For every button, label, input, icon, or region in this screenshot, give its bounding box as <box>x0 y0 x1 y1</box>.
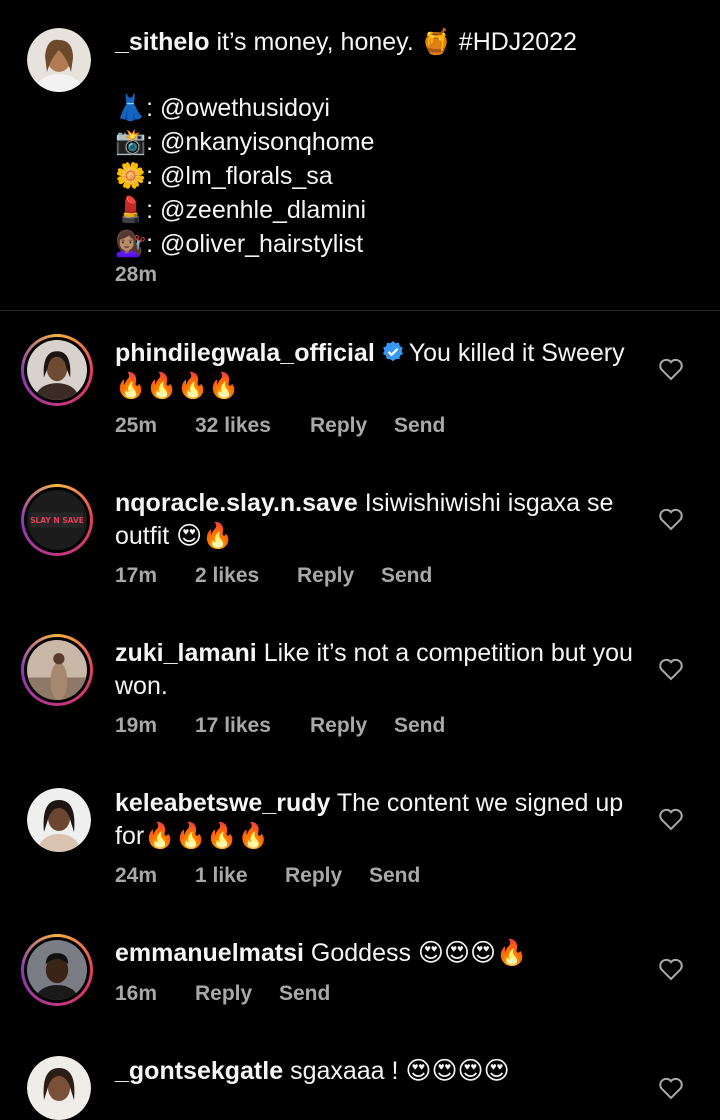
avatar[interactable]: SLAY N SAVE <box>21 484 93 556</box>
like-heart-icon[interactable] <box>658 507 684 531</box>
credit-line: 👗: @owethusidoyi <box>115 91 635 125</box>
timestamp: 17m <box>115 564 158 587</box>
avatar[interactable] <box>21 634 93 706</box>
likes-count[interactable]: 2 likes <box>195 564 297 588</box>
credit-handle[interactable]: : @oliver_hairstylist <box>146 230 363 258</box>
comment-text: keleabetswe_rudy The content we signed u… <box>115 787 635 853</box>
timestamp: 19m <box>115 714 158 737</box>
timestamp: 16m <box>115 982 158 1005</box>
likes-count[interactable]: 32 likes <box>195 414 310 438</box>
comment-username[interactable]: zuki_lamani <box>115 639 257 667</box>
divider <box>0 310 720 311</box>
likes-count[interactable]: 1 like <box>195 864 285 888</box>
comment-text: emmanuelmatsi Goddess 😍😍😍🔥 <box>115 937 635 970</box>
comment-text: _gontsekgatle sgaxaaa ! 😍😍😍😍 <box>115 1055 635 1088</box>
like-heart-icon[interactable] <box>658 1076 684 1100</box>
comment-meta: 19m 17 likes Reply Send <box>115 714 445 738</box>
avatar[interactable] <box>21 334 93 406</box>
comment-username[interactable]: _gontsekgatle <box>115 1057 283 1085</box>
comment-username[interactable]: phindilegwala_official <box>115 339 375 367</box>
comment-meta: 17m 2 likes Reply Send <box>115 564 432 588</box>
caption-body: it’s money, honey. 🍯 #HDJ2022 <box>216 28 577 56</box>
reply-button[interactable]: Reply <box>285 864 369 888</box>
reply-button[interactable]: Reply <box>310 714 394 738</box>
avatar[interactable] <box>27 788 91 852</box>
comment-text: nqoracle.slay.n.save Isiwishiwishi isgax… <box>115 487 635 553</box>
credit-line: 🌼: @lm_florals_sa <box>115 159 635 193</box>
credit-handle[interactable]: : @nkanyisonqhome <box>146 128 374 156</box>
like-heart-icon[interactable] <box>658 807 684 831</box>
comment-username[interactable]: nqoracle.slay.n.save <box>115 489 358 517</box>
reply-button[interactable]: Reply <box>310 414 394 438</box>
comment-meta: 24m 1 like Reply Send <box>115 864 420 888</box>
credit-line: 💄: @zeenhle_dlamini <box>115 193 635 227</box>
comment-body: sgaxaaa ! 😍😍😍😍 <box>290 1057 510 1085</box>
comment-text: phindilegwala_official You killed it Swee… <box>115 337 635 403</box>
like-heart-icon[interactable] <box>658 657 684 681</box>
reply-button[interactable]: Reply <box>297 564 381 588</box>
dress-icon: 👗 <box>115 93 147 122</box>
avatar[interactable] <box>27 28 91 92</box>
haircut-icon: 💇🏽‍♀️ <box>115 229 147 258</box>
timestamp: 28m <box>115 263 158 286</box>
credit-line: 💇🏽‍♀️: @oliver_hairstylist <box>115 227 635 261</box>
flower-icon: 🌼 <box>115 161 147 190</box>
avatar[interactable] <box>21 934 93 1006</box>
comment-body: Goddess 😍😍😍🔥 <box>310 939 528 967</box>
send-button[interactable]: Send <box>369 864 420 888</box>
send-button[interactable]: Send <box>279 982 330 1006</box>
credit-handle[interactable]: : @lm_florals_sa <box>146 162 333 190</box>
caption-meta: 28m <box>115 263 157 287</box>
verified-badge-icon <box>381 340 405 364</box>
send-button[interactable]: Send <box>394 414 445 438</box>
post-caption: _sithelo it’s money, honey. 🍯 #HDJ2022 👗… <box>0 0 720 310</box>
timestamp: 25m <box>115 414 158 437</box>
credit-handle[interactable]: : @owethusidoyi <box>146 94 330 122</box>
lipstick-icon: 💄 <box>115 195 147 224</box>
comment-meta: 25m 32 likes Reply Send <box>115 414 445 438</box>
comment-meta: 16m Reply Send <box>115 982 330 1006</box>
comment-username[interactable]: emmanuelmatsi <box>115 939 304 967</box>
avatar[interactable] <box>27 1056 91 1120</box>
like-heart-icon[interactable] <box>658 957 684 981</box>
likes-count[interactable]: 17 likes <box>195 714 310 738</box>
send-button[interactable]: Send <box>381 564 432 588</box>
timestamp: 24m <box>115 864 158 887</box>
like-heart-icon[interactable] <box>658 357 684 381</box>
credit-handle[interactable]: : @zeenhle_dlamini <box>146 196 366 224</box>
camera-icon: 📸 <box>115 127 147 156</box>
reply-button[interactable]: Reply <box>195 982 279 1006</box>
comment-username[interactable]: keleabetswe_rudy <box>115 789 330 817</box>
caption-username[interactable]: _sithelo <box>115 28 209 56</box>
avatar-logo-text: SLAY N SAVE <box>30 516 84 525</box>
send-button[interactable]: Send <box>394 714 445 738</box>
caption-text: _sithelo it’s money, honey. 🍯 #HDJ2022 👗… <box>115 26 635 261</box>
comment-text: zuki_lamani Like it’s not a competition … <box>115 637 635 703</box>
credit-line: 📸: @nkanyisonqhome <box>115 125 635 159</box>
